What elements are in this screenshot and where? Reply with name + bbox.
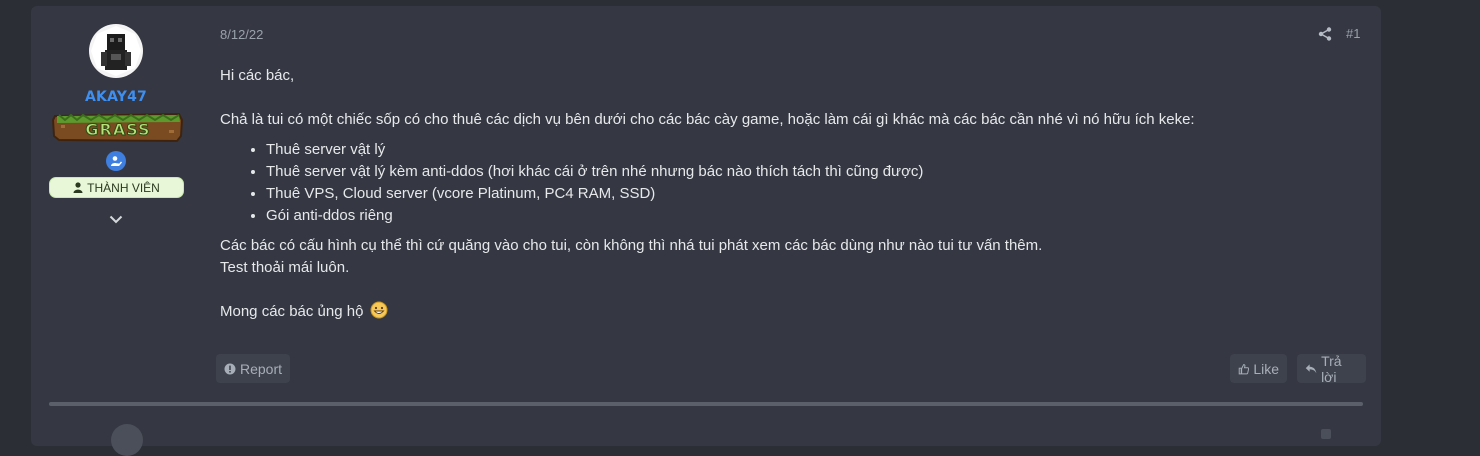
- post-divider: [49, 402, 1363, 406]
- reply-button[interactable]: Trả lời: [1297, 352, 1366, 385]
- alert-icon: [224, 363, 236, 374]
- role-label: THÀNH VIÊN: [87, 180, 160, 195]
- paragraph-text: Các bác có cấu hình cụ thể thì cứ quăng …: [220, 237, 1043, 254]
- report-button[interactable]: Report: [216, 354, 290, 383]
- like-label: Like: [1253, 360, 1279, 377]
- rank-banner-text: GRASS: [85, 120, 150, 139]
- share-icon[interactable]: [1317, 26, 1333, 42]
- thumbs-up-icon: [1238, 363, 1250, 374]
- share-icon[interactable]: [1321, 429, 1331, 439]
- list-item: Thuê server vật lý kèm anti-ddos (hơi kh…: [266, 161, 1340, 183]
- username[interactable]: AKAY47: [31, 89, 201, 105]
- paragraph-text: Test thoải mái luôn.: [220, 259, 350, 276]
- post-number[interactable]: #1: [1346, 26, 1360, 41]
- closing-text: Mong các bác ủng hộ: [220, 303, 364, 320]
- list-item: Thuê server vật lý: [266, 139, 1340, 161]
- reply-icon: [1305, 363, 1317, 373]
- role-badge: THÀNH VIÊN: [49, 177, 184, 198]
- closing-line: Mong các bác ủng hộ: [220, 301, 1340, 323]
- grinning-face-icon: [370, 301, 388, 319]
- user-check-icon[interactable]: [106, 151, 126, 171]
- forum-post: AKAY47 GRASS THÀNH VIÊN 8/12/22 #1 Hi cá…: [31, 6, 1381, 456]
- rank-banner: GRASS: [51, 110, 185, 144]
- reply-label: Trả lời: [1321, 352, 1342, 385]
- user-icon: [73, 182, 83, 193]
- like-button[interactable]: Like: [1230, 354, 1287, 383]
- chevron-down-icon[interactable]: [107, 210, 125, 228]
- avatar[interactable]: [111, 424, 143, 456]
- post-date[interactable]: 8/12/22: [220, 27, 263, 42]
- list-item: Thuê VPS, Cloud server (vcore Platinum, …: [266, 183, 1340, 205]
- greeting-text: Hi các bác,: [220, 67, 295, 84]
- avatar[interactable]: [89, 24, 143, 78]
- user-cell: AKAY47 GRASS THÀNH VIÊN: [31, 6, 201, 246]
- post-body: Hi các bác, Chả là tui có một chiếc sốp …: [220, 65, 1340, 323]
- intro-text: Chả là tui có một chiếc sốp có cho thuê …: [220, 111, 1195, 128]
- report-label: Report: [239, 360, 282, 377]
- services-list: Thuê server vật lý Thuê server vật lý kè…: [220, 139, 1340, 227]
- list-item: Gói anti-ddos riêng: [266, 205, 1340, 227]
